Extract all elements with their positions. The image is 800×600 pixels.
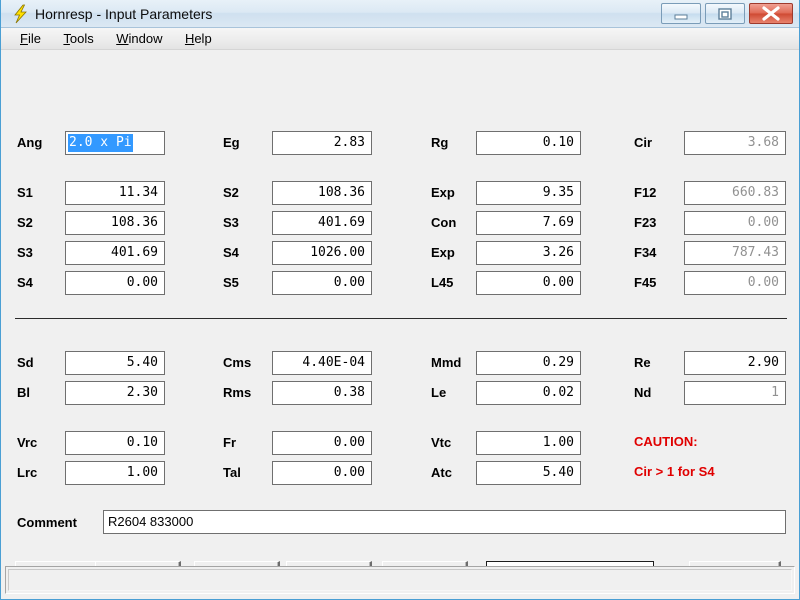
field-label-s3-12: S3 (17, 245, 33, 260)
comment-input[interactable]: R2604 833000 (103, 510, 786, 534)
field-input-atc-33[interactable]: 5.40 (476, 461, 581, 485)
field-label-s5-17: S5 (223, 275, 239, 290)
field-label-f34-15: F34 (634, 245, 657, 260)
menu-item-tools[interactable]: Tools (54, 28, 102, 49)
field-input-f23-11: 0.00 (684, 211, 786, 235)
menu-accel-help: H (184, 31, 195, 46)
close-button[interactable] (749, 3, 793, 24)
field-input-s5-17[interactable]: 0.00 (272, 271, 372, 295)
field-label-con-10: Con (431, 215, 457, 230)
field-input-re-23[interactable]: 2.90 (684, 351, 786, 375)
field-input-f45-19: 0.00 (684, 271, 786, 295)
field-label-mmd-22: Mmd (431, 355, 462, 370)
field-label-atc-33: Atc (431, 465, 452, 480)
application-window: Hornresp - Input Parameters File Tools W… (0, 0, 800, 600)
field-input-nd-27: 1 (684, 381, 786, 405)
field-label-cms-21: Cms (223, 355, 252, 370)
field-label-f45-19: F45 (634, 275, 657, 290)
field-input-le-26[interactable]: 0.02 (476, 381, 581, 405)
field-input-s4-13[interactable]: 1026.00 (272, 241, 372, 265)
field-input-exp-14[interactable]: 3.26 (476, 241, 581, 265)
form-client-area: Ang 2.0 x Pi Eg 2.83 Rg 0.10 Cir 3.68 S1 11.34 S2 1… (1, 50, 799, 598)
field-input-con-10[interactable]: 7.69 (476, 211, 581, 235)
field-label-vtc-30: Vtc (431, 435, 452, 450)
field-input-rms-25[interactable]: 0.38 (272, 381, 372, 405)
field-label-bl-24: Bl (17, 385, 30, 400)
field-input-vtc-30[interactable]: 1.00 (476, 431, 581, 455)
field-input-s1-4[interactable]: 11.34 (65, 181, 165, 205)
field-label-f12-7: F12 (634, 185, 657, 200)
field-label-fr-29: Fr (223, 435, 236, 450)
field-label-l45-18: L45 (431, 275, 454, 290)
field-label-exp-14: Exp (431, 245, 455, 260)
field-input-s3-9[interactable]: 401.69 (272, 211, 372, 235)
menu-accel-window: W (116, 31, 129, 46)
field-label-le-26: Le (431, 385, 447, 400)
field-label-rg-2: Rg (431, 135, 449, 150)
field-label-lrc-31: Lrc (17, 465, 38, 480)
lightning-bolt-icon (11, 4, 31, 24)
menu-label-file: ile (27, 31, 41, 46)
caution-message: Cir > 1 for S4 (634, 464, 715, 479)
field-input-vrc-28[interactable]: 0.10 (65, 431, 165, 455)
field-input-f34-15: 787.43 (684, 241, 786, 265)
menu-bar: File Tools Window Help (1, 28, 799, 50)
field-label-re-23: Re (634, 355, 651, 370)
window-title: Hornresp - Input Parameters (35, 6, 213, 22)
field-label-s4-16: S4 (17, 275, 33, 290)
menu-label-help: elp (194, 31, 212, 46)
field-label-vrc-28: Vrc (17, 435, 38, 450)
field-label-rms-25: Rms (223, 385, 252, 400)
field-label-s3-9: S3 (223, 215, 239, 230)
field-input-cir-3: 3.68 (684, 131, 786, 155)
minimize-button[interactable] (661, 3, 701, 24)
field-label-eg-1: Eg (223, 135, 240, 150)
comment-label: Comment (17, 515, 77, 530)
field-label-exp-6: Exp (431, 185, 455, 200)
menu-item-window[interactable]: Window (107, 28, 171, 49)
field-label-cir-3: Cir (634, 135, 653, 150)
field-input-eg-1[interactable]: 2.83 (272, 131, 372, 155)
field-label-s2-5: S2 (223, 185, 239, 200)
status-bar-text (8, 569, 792, 591)
status-bar (5, 566, 795, 594)
field-label-sd-20: Sd (17, 355, 34, 370)
field-label-s1-4: S1 (17, 185, 33, 200)
field-input-tal-32[interactable]: 0.00 (272, 461, 372, 485)
field-input-s2-8[interactable]: 108.36 (65, 211, 165, 235)
field-input-s3-12[interactable]: 401.69 (65, 241, 165, 265)
title-bar[interactable]: Hornresp - Input Parameters (1, 0, 799, 28)
field-input-bl-24[interactable]: 2.30 (65, 381, 165, 405)
field-input-lrc-31[interactable]: 1.00 (65, 461, 165, 485)
field-input-fr-29[interactable]: 0.00 (272, 431, 372, 455)
field-input-f12-7: 660.83 (684, 181, 786, 205)
menu-item-file[interactable]: File (11, 28, 50, 49)
menu-label-window: indow (128, 31, 163, 46)
field-input-cms-21[interactable]: 4.40E-04 (272, 351, 372, 375)
field-label-f23-11: F23 (634, 215, 657, 230)
field-label-s4-13: S4 (223, 245, 239, 260)
menu-label-tools: ools (69, 31, 94, 46)
field-input-rg-2[interactable]: 0.10 (476, 131, 581, 155)
field-label-ang-0: Ang (17, 135, 43, 150)
field-input-s4-16[interactable]: 0.00 (65, 271, 165, 295)
field-input-ang-0[interactable]: 2.0 x Pi (65, 131, 165, 155)
menu-item-help[interactable]: Help (176, 28, 221, 49)
field-input-sd-20[interactable]: 5.40 (65, 351, 165, 375)
maximize-button[interactable] (705, 3, 745, 24)
section-divider (15, 318, 787, 319)
field-label-nd-27: Nd (634, 385, 652, 400)
field-input-exp-6[interactable]: 9.35 (476, 181, 581, 205)
field-label-tal-32: Tal (223, 465, 241, 480)
selected-text: 2.0 x Pi (68, 134, 133, 152)
menu-accel-file: F (20, 31, 28, 46)
caution-heading: CAUTION: (634, 434, 698, 449)
field-input-mmd-22[interactable]: 0.29 (476, 351, 581, 375)
field-input-l45-18[interactable]: 0.00 (476, 271, 581, 295)
field-label-s2-8: S2 (17, 215, 33, 230)
field-input-s2-5[interactable]: 108.36 (272, 181, 372, 205)
